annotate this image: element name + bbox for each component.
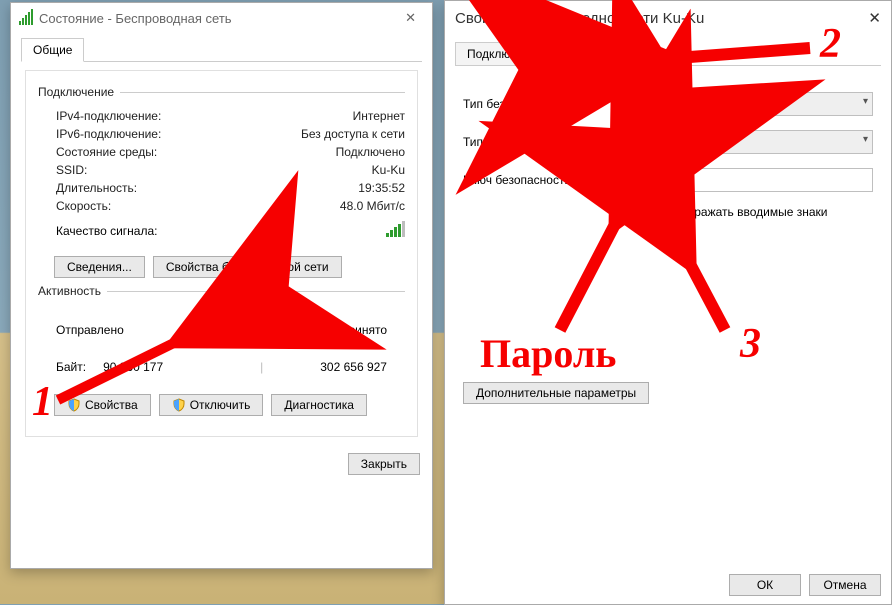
details-button[interactable]: Сведения... xyxy=(54,256,145,278)
tab-connection[interactable]: Подключение xyxy=(455,42,555,66)
security-panel: Тип безопасности: WPA2-Personal ▾ Тип ши… xyxy=(445,66,891,414)
properties-tabs: Подключение Безопасность xyxy=(455,41,881,66)
status-panel: Подключение IPv4-подключение: Интернет IP… xyxy=(25,70,418,437)
show-characters-label: Отображать вводимые знаки xyxy=(666,205,827,219)
wireless-properties-button[interactable]: Свойства беспроводной сети xyxy=(153,256,342,278)
ipv6-key: IPv6-подключение: xyxy=(56,127,161,141)
cancel-button[interactable]: Отмена xyxy=(809,574,881,596)
signal-quality-icon xyxy=(386,221,405,240)
security-type-select[interactable]: WPA2-Personal ▾ xyxy=(623,92,873,116)
tab-general[interactable]: Общие xyxy=(21,38,84,62)
encryption-label: Тип шифрования: xyxy=(463,135,623,149)
network-key-input[interactable] xyxy=(623,168,873,192)
tab-security[interactable]: Безопасность xyxy=(555,42,656,66)
close-icon[interactable]: ✕ xyxy=(397,6,424,30)
media-state-key: Состояние среды: xyxy=(56,145,157,159)
encryption-value: AES xyxy=(630,135,654,149)
encryption-select[interactable]: AES ▾ xyxy=(623,130,873,154)
signal-bars-icon xyxy=(19,9,33,25)
security-type-value: WPA2-Personal xyxy=(630,97,714,111)
disable-button-label: Отключить xyxy=(190,398,251,412)
received-label: Принято xyxy=(340,323,387,337)
properties-title: Свойства беспроводной сети Ku-Ku xyxy=(455,10,704,27)
advanced-settings-button[interactable]: Дополнительные параметры xyxy=(463,382,649,404)
ipv4-value: Интернет xyxy=(353,109,405,123)
shield-icon xyxy=(172,398,186,412)
properties-titlebar[interactable]: Свойства беспроводной сети Ku-Ku ✕ xyxy=(445,1,891,35)
properties-button-label: Свойства xyxy=(85,398,138,412)
ssid-key: SSID: xyxy=(56,163,87,177)
sent-label: Отправлено xyxy=(56,323,124,337)
security-type-label: Тип безопасности: xyxy=(463,97,623,111)
group-connection-label: Подключение xyxy=(38,85,114,99)
speed-value: 48.0 Мбит/с xyxy=(340,199,405,213)
shield-icon xyxy=(67,398,81,412)
chevron-down-icon: ▾ xyxy=(863,96,868,107)
bytes-divider: | xyxy=(260,360,263,374)
disable-button[interactable]: Отключить xyxy=(159,394,264,416)
speed-key: Скорость: xyxy=(56,199,111,213)
duration-value: 19:35:52 xyxy=(358,181,405,195)
group-activity-label: Активность xyxy=(38,284,101,298)
chevron-down-icon: ▾ xyxy=(863,134,868,145)
close-button[interactable]: Закрыть xyxy=(348,453,420,475)
show-characters-checkbox[interactable] xyxy=(643,205,657,219)
duration-key: Длительность: xyxy=(56,181,137,195)
ipv4-key: IPv4-подключение: xyxy=(56,109,161,123)
properties-button[interactable]: Свойства xyxy=(54,394,151,416)
ok-button[interactable]: ОК xyxy=(729,574,801,596)
ipv6-value: Без доступа к сети xyxy=(301,127,405,141)
close-icon[interactable]: ✕ xyxy=(868,9,881,27)
status-titlebar[interactable]: Состояние - Беспроводная сеть ✕ xyxy=(11,3,432,33)
bytes-sent-value: 90 360 177 xyxy=(103,360,163,374)
bytes-label: Байт: xyxy=(56,360,86,374)
network-key-label: Ключ безопасности сети xyxy=(463,173,623,187)
activity-icon xyxy=(211,312,253,348)
signal-quality-label: Качество сигнала: xyxy=(56,224,157,238)
properties-window: Свойства беспроводной сети Ku-Ku ✕ Подкл… xyxy=(444,0,892,605)
status-tabs: Общие xyxy=(21,37,422,62)
status-title: Состояние - Беспроводная сеть xyxy=(39,11,232,26)
computers-icon xyxy=(211,312,253,348)
diagnostics-button[interactable]: Диагностика xyxy=(271,394,367,416)
bytes-recv-value: 302 656 927 xyxy=(320,360,387,374)
status-window: Состояние - Беспроводная сеть ✕ Общие По… xyxy=(10,2,433,569)
ssid-value: Ku-Ku xyxy=(372,163,405,177)
signal-icon xyxy=(19,9,33,28)
media-state-value: Подключено xyxy=(336,145,405,159)
